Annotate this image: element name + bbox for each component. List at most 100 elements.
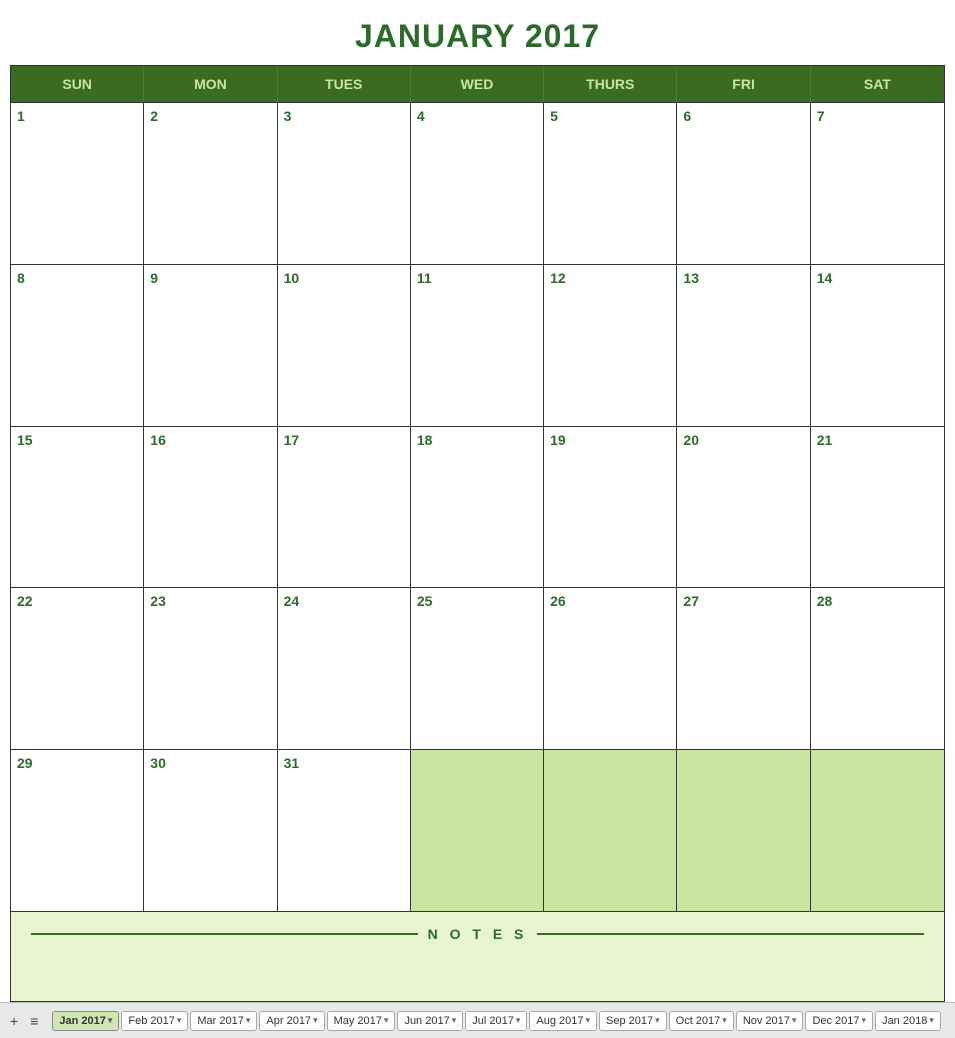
chevron-down-icon: ▾ [452,1015,457,1026]
day-cell[interactable]: 18 [411,427,544,588]
day-cell[interactable]: 17 [278,427,411,588]
day-cell[interactable]: 6 [677,103,810,264]
month-tab-label: Jul 2017 [472,1015,514,1027]
day-cell[interactable]: 27 [677,588,810,749]
month-tab-feb-2017[interactable]: Feb 2017▾ [121,1011,188,1031]
day-number: 23 [150,593,270,609]
month-tab-oct-2017[interactable]: Oct 2017▾ [669,1011,734,1031]
day-cell[interactable]: 20 [677,427,810,588]
chevron-down-icon: ▾ [655,1015,660,1026]
day-number: 15 [17,432,137,448]
calendar-title: JANUARY 2017 [10,10,945,65]
day-number: 19 [550,432,670,448]
day-number: 22 [17,593,137,609]
day-cell[interactable]: 28 [811,588,944,749]
day-number: 9 [150,270,270,286]
day-header-mon: MON [144,66,277,102]
day-cell[interactable] [544,750,677,911]
chevron-down-icon: ▾ [929,1015,934,1026]
month-tab-label: Feb 2017 [128,1015,174,1027]
day-number: 14 [817,270,938,286]
month-tab-nov-2017[interactable]: Nov 2017▾ [736,1011,804,1031]
day-cell[interactable]: 1 [11,103,144,264]
day-cell[interactable]: 26 [544,588,677,749]
day-cell[interactable]: 29 [11,750,144,911]
day-cell[interactable]: 11 [411,265,544,426]
month-tab-label: May 2017 [334,1015,382,1027]
day-cell[interactable]: 5 [544,103,677,264]
chevron-down-icon: ▾ [516,1015,521,1026]
day-cell[interactable]: 7 [811,103,944,264]
tab-bar: + ≡ Jan 2017▾Feb 2017▾Mar 2017▾Apr 2017▾… [0,1002,955,1038]
day-header-sat: SAT [811,66,944,102]
chevron-down-icon: ▾ [246,1015,251,1026]
day-cell[interactable]: 3 [278,103,411,264]
day-cell[interactable]: 9 [144,265,277,426]
day-cell[interactable]: 10 [278,265,411,426]
day-cell[interactable]: 23 [144,588,277,749]
day-cell[interactable]: 12 [544,265,677,426]
month-tab-label: Mar 2017 [197,1015,243,1027]
day-number: 25 [417,593,537,609]
month-tab-label: Aug 2017 [536,1015,583,1027]
day-cell[interactable]: 30 [144,750,277,911]
day-number: 8 [17,270,137,286]
day-number: 29 [17,755,137,771]
day-cell[interactable]: 14 [811,265,944,426]
month-tab-label: Nov 2017 [743,1015,790,1027]
day-number: 24 [284,593,404,609]
day-cell[interactable]: 22 [11,588,144,749]
day-cell[interactable]: 4 [411,103,544,264]
day-cell[interactable] [811,750,944,911]
day-cell[interactable]: 31 [278,750,411,911]
day-number: 20 [683,432,803,448]
day-cell[interactable]: 21 [811,427,944,588]
month-tab-aug-2017[interactable]: Aug 2017▾ [529,1011,597,1031]
month-tab-jan-2017[interactable]: Jan 2017▾ [52,1011,119,1031]
day-number: 7 [817,108,938,124]
calendar-grid: SUNMONTUESWEDTHURSFRISAT 123456789101112… [10,65,945,1002]
month-tab-jul-2017[interactable]: Jul 2017▾ [465,1011,527,1031]
month-tab-apr-2017[interactable]: Apr 2017▾ [259,1011,324,1031]
chevron-down-icon: ▾ [792,1015,797,1026]
day-number: 4 [417,108,537,124]
day-cell[interactable]: 19 [544,427,677,588]
day-number: 26 [550,593,670,609]
day-header-tues: TUES [278,66,411,102]
chevron-down-icon: ▾ [384,1015,389,1026]
day-cell[interactable] [411,750,544,911]
month-tab-jun-2017[interactable]: Jun 2017▾ [397,1011,463,1031]
day-header-thurs: THURS [544,66,677,102]
chevron-down-icon: ▾ [722,1015,727,1026]
day-cell[interactable]: 8 [11,265,144,426]
month-tab-may-2017[interactable]: May 2017▾ [327,1011,396,1031]
month-tab-sep-2017[interactable]: Sep 2017▾ [599,1011,667,1031]
chevron-down-icon: ▾ [585,1015,590,1026]
tab-list-button[interactable]: ≡ [26,1011,42,1031]
day-cell[interactable] [677,750,810,911]
day-cell[interactable]: 2 [144,103,277,264]
day-number: 30 [150,755,270,771]
month-tab-label: Sep 2017 [606,1015,653,1027]
day-number: 12 [550,270,670,286]
week-row-3: 22 23 24 25 26 2728 [11,587,944,749]
day-header-row: SUNMONTUESWEDTHURSFRISAT [11,66,944,102]
day-number: 21 [817,432,938,448]
day-cell[interactable]: 24 [278,588,411,749]
day-number: 18 [417,432,537,448]
notes-section: N O T E S [11,911,944,1001]
month-tab-mar-2017[interactable]: Mar 2017▾ [190,1011,257,1031]
day-number: 10 [284,270,404,286]
tab-add-button[interactable]: + [6,1011,22,1031]
day-cell[interactable]: 16 [144,427,277,588]
day-number: 2 [150,108,270,124]
day-cell[interactable]: 13 [677,265,810,426]
month-tab-jan-2018[interactable]: Jan 2018▾ [875,1011,941,1031]
day-cell[interactable]: 15 [11,427,144,588]
notes-title-row: N O T E S [31,926,924,942]
day-number: 5 [550,108,670,124]
day-cell[interactable]: 25 [411,588,544,749]
day-number: 16 [150,432,270,448]
month-tab-dec-2017[interactable]: Dec 2017▾ [805,1011,873,1031]
chevron-down-icon: ▾ [862,1015,867,1026]
